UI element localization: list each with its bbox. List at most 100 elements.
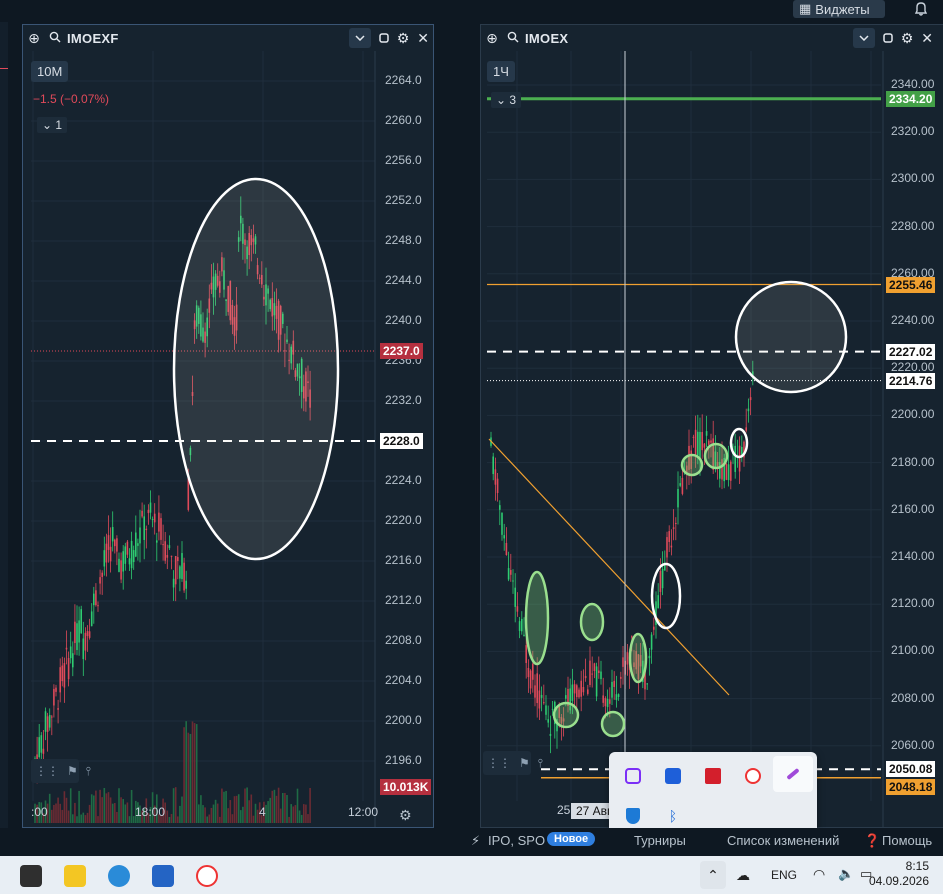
candle-body [126,541,129,555]
candle-body [573,684,576,694]
chevron-down-icon: ⌄ [42,118,53,132]
volume-bar [179,805,181,823]
yandex-tray-icon[interactable] [733,758,773,794]
candle-body [609,699,611,704]
wifi-icon[interactable]: ◠ [813,866,825,883]
settings-gear-icon[interactable]: ⚙ [399,807,412,824]
close-icon[interactable]: ✕ [921,30,933,47]
square-icon[interactable] [378,31,389,46]
candlestick-chart[interactable] [23,51,434,828]
timeframe-badge[interactable]: 10M [31,61,69,82]
volume-bar [105,793,108,823]
volume-bar [307,814,309,823]
volume-bar [237,794,240,823]
candle-body [86,631,89,637]
drawing-toolbar[interactable]: ⋮⋮ ⚑ ⫯ [483,751,543,775]
timeframe-badge[interactable]: 1Ч [487,61,515,82]
remote-tray-icon[interactable] [653,758,693,794]
volume-bar [292,806,295,823]
folder-icon[interactable] [64,865,86,887]
volume-bar [282,793,284,823]
candle-body [177,557,179,561]
price-label: 2340.00 [891,77,935,91]
candle-body [540,694,543,698]
add-icon[interactable]: ⊕ [481,30,503,47]
tournaments-link[interactable]: Турниры [634,833,686,848]
indicator-count[interactable]: ⌄ 3 [491,92,522,108]
indicator-count[interactable]: ⌄ 1 [37,117,68,133]
amd-tray-icon[interactable] [693,758,733,794]
indicator-count-label: 3 [509,93,517,107]
search-icon[interactable] [49,31,61,46]
app-icon[interactable] [20,865,42,887]
ticker-name[interactable]: IMOEXF [67,31,119,46]
candle-body [523,634,525,636]
app-tray-icon[interactable] [613,758,653,794]
gear-icon[interactable]: ⚙ [397,30,410,47]
trend-line [488,438,730,696]
yandex-browser-icon[interactable] [196,865,218,887]
candle-body [95,590,97,606]
help-link[interactable]: Помощь [882,833,932,848]
volume-bar [76,816,78,823]
candle-body [170,555,173,557]
new-badge[interactable]: Новое [547,832,596,846]
edge-browser-icon[interactable] [108,865,130,887]
drag-handle-icon[interactable]: ⋮⋮ [35,764,59,778]
cloud-icon[interactable]: ☁ [736,867,750,884]
ticker-name[interactable]: IMOEX [525,31,568,46]
volume-bar [181,796,183,823]
candlestick-chart[interactable] [481,51,943,828]
candle-body [745,427,747,431]
candle-body [141,510,143,517]
close-icon[interactable]: ✕ [417,30,429,47]
search-icon[interactable] [507,31,519,46]
candle-body [111,527,114,542]
changelog-link[interactable]: Список изменений [727,833,839,848]
candle-body [547,719,549,723]
volume-icon[interactable]: 🔈 [838,866,854,882]
volume-bar [93,795,95,823]
feather-tray-icon[interactable] [773,756,813,792]
volume-bar [166,810,169,823]
volume-bar [193,723,196,823]
current-price-tag: 2237.0 [380,343,423,359]
help-icon[interactable]: ❓ [864,833,880,849]
chevron-up-icon[interactable]: ⌃ [700,861,726,889]
chart-panel-imoexf: ⊕ IMOEXF ⚙ ✕ 10M −1.5 (−0.07%) ⌄ 1 2264.… [22,24,434,828]
clock-time: 8:15 [905,859,929,873]
volume-bar [250,794,253,823]
gear-icon[interactable]: ⚙ [901,30,914,47]
pin-icon[interactable]: ⫯ [86,764,91,779]
highlight-circle [734,280,848,394]
flag-icon[interactable]: ⚑ [519,756,530,770]
bell-icon[interactable] [912,0,930,18]
volume-bar [84,815,87,823]
drag-handle-icon[interactable]: ⋮⋮ [487,756,511,770]
volume-bar [254,803,257,823]
price-label: 2224.0 [385,473,422,487]
add-icon[interactable]: ⊕ [23,30,45,47]
volume-bar [242,806,244,823]
price-label: 2260.0 [385,113,422,127]
volume-bar [90,794,93,823]
volume-bar [82,812,85,823]
store-icon[interactable] [152,865,174,887]
ipo-link[interactable]: IPO, SPO [488,833,545,848]
candle-body [578,689,580,698]
clock[interactable]: 8:15 04.09.2026 [869,859,929,889]
candle-body [179,566,181,579]
left-edge-panel [0,22,8,832]
candle-body [101,572,103,577]
language-indicator[interactable]: ENG [771,868,797,882]
flag-icon[interactable]: ⚑ [67,764,78,778]
widgets-button[interactable]: ▦ Виджеты [793,0,885,18]
volume-bar [114,802,116,823]
square-icon[interactable] [882,31,893,46]
pin-icon[interactable]: ⫯ [538,756,543,771]
chevron-down-icon[interactable] [348,28,371,48]
green-marker-ellipse [628,632,648,684]
chevron-down-icon: ⌄ [496,93,507,107]
drawing-toolbar[interactable]: ⋮⋮ ⚑ ⫯ [31,759,91,783]
chevron-down-icon[interactable] [852,28,875,48]
